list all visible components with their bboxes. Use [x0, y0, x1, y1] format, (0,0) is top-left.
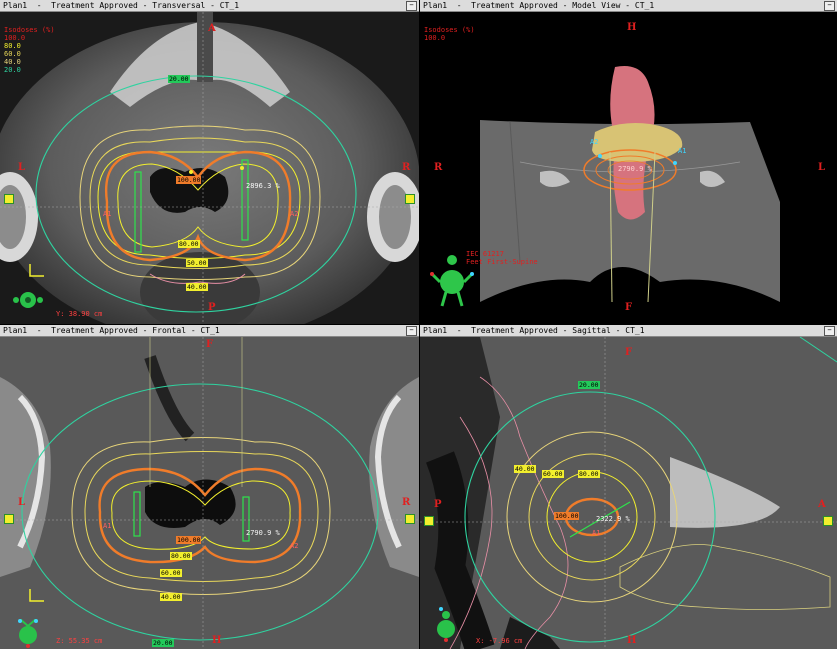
left-slider-handle[interactable] — [424, 516, 434, 526]
right-slider-handle[interactable] — [823, 516, 833, 526]
sagittal-view[interactable]: Plan1 - Treatment Approved - Sagittal - … — [420, 325, 837, 649]
iso-label-20: 20.00 — [168, 75, 190, 83]
orient-right: R — [402, 162, 411, 173]
frontal-view[interactable]: Plan1 - Treatment Approved - Frontal - C… — [0, 325, 419, 649]
iso-label-40: 40.00 — [160, 593, 182, 601]
model-view[interactable]: Plan1 - Treatment Approved - Model View … — [420, 0, 837, 324]
minimize-button[interactable]: − — [406, 326, 417, 336]
iso-label-80: 80.00 — [578, 470, 600, 478]
model-legend-title: Isodoses (%) — [424, 26, 475, 34]
iso-label-100: 100.00 — [176, 536, 202, 544]
iso-label-100: 100.00 — [176, 176, 202, 184]
transversal-ct-image — [0, 12, 419, 324]
orient-posterior: P — [434, 499, 442, 510]
axis-marker-icon — [29, 264, 44, 277]
iso-label-80: 80.00 — [170, 552, 192, 560]
dose-readout: 2790.9 % — [246, 529, 280, 537]
transversal-title: Plan1 - Treatment Approved - Transversal… — [0, 0, 419, 12]
orient-left: L — [18, 162, 26, 173]
iso-label-60: 60.00 — [542, 470, 564, 478]
orient-feet: F — [625, 302, 633, 313]
orient-feet: F — [625, 347, 633, 358]
right-slider-handle[interactable] — [405, 514, 415, 524]
orient-left: L — [818, 162, 826, 173]
iso-label-100: 100.00 — [554, 512, 580, 520]
orient-right: R — [402, 497, 411, 508]
applicator-a2: A2 — [290, 542, 299, 550]
isodose-legend: Isodoses (%) 100.0 80.0 60.0 40.0 20.0 — [4, 26, 55, 74]
frontal-title: Plan1 - Treatment Approved - Frontal - C… — [0, 325, 419, 337]
level-60: 60.0 — [4, 50, 21, 58]
dose-readout: 2790.9 % — [618, 165, 652, 173]
minimize-button[interactable]: − — [406, 1, 417, 11]
transversal-view[interactable]: Plan1 - Treatment Approved - Transversal… — [0, 0, 419, 324]
orient-posterior: P — [208, 302, 216, 313]
iso-label-60: 60.00 — [160, 569, 182, 577]
minimize-button[interactable]: − — [824, 326, 835, 336]
model-title: Plan1 - Treatment Approved - Model View … — [420, 0, 837, 12]
iso-label-80: 80.00 — [178, 240, 200, 248]
sagittal-title: Plan1 - Treatment Approved - Sagittal - … — [420, 325, 837, 337]
iec-standard: IEC 61217 — [466, 250, 504, 258]
iso-label-40: 40.00 — [514, 465, 536, 473]
level-20: 20.0 — [4, 66, 21, 74]
dose-readout: 2896.3 % — [246, 182, 280, 190]
sagittal-ct-image — [420, 337, 837, 649]
level-40: 40.0 — [4, 58, 21, 66]
orient-left: L — [18, 497, 26, 508]
dose-readout: 2322.9 % — [596, 515, 630, 523]
applicator-a2: A2 — [290, 210, 299, 218]
applicator-a2: A2 — [590, 138, 599, 146]
iso-label-20: 20.00 — [578, 381, 600, 389]
iso-label-20: 20.00 — [152, 639, 174, 647]
orient-feet: F — [206, 339, 214, 350]
applicator-a1: A1 — [103, 210, 112, 218]
transversal-canvas[interactable]: Isodoses (%) 100.0 80.0 60.0 40.0 20.0 A… — [0, 12, 419, 324]
minimize-button[interactable]: − — [824, 1, 835, 11]
orient-right: R — [434, 162, 443, 173]
orient-head: H — [627, 22, 637, 33]
orient-head: H — [212, 635, 222, 646]
left-slider-handle[interactable] — [4, 194, 14, 204]
model-isodose-legend: Isodoses (%) 100.0 — [424, 26, 475, 42]
slice-position: X: -7.96 cm — [476, 637, 523, 645]
orient-anterior: A — [208, 23, 216, 34]
patient-orientation-text: IEC 61217 Feet First-Supine — [466, 250, 538, 266]
slice-position: Z: 55.35 cm — [56, 637, 103, 645]
frontal-canvas[interactable]: F H L R 100.00 80.00 60.00 40.00 20.00 2… — [0, 337, 419, 649]
orient-anterior: A — [818, 499, 826, 510]
orient-head: H — [627, 635, 637, 646]
level-80: 80.0 — [4, 42, 21, 50]
axis-marker-icon — [29, 589, 44, 602]
slice-position: Y: 38.90 cm — [56, 310, 103, 318]
applicator-a1: A1 — [592, 529, 601, 537]
orientation-widget-icon[interactable] — [432, 605, 462, 645]
level-100: 100.0 — [4, 34, 26, 42]
applicator-a1: A1 — [678, 147, 687, 155]
orientation-widget-icon[interactable] — [8, 619, 48, 649]
applicator-a1: A1 — [103, 522, 112, 530]
patient-figure-icon[interactable] — [428, 252, 476, 312]
left-slider-handle[interactable] — [4, 514, 14, 524]
model-legend-value: 100.0 — [424, 34, 446, 42]
iso-label-40: 40.00 — [186, 283, 208, 291]
right-slider-handle[interactable] — [405, 194, 415, 204]
sagittal-canvas[interactable]: F H P A 20.00 40.00 60.00 80.00 100.00 2… — [420, 337, 837, 649]
model-canvas[interactable]: Isodoses (%) 100.0 H F R L A2 A1 2790.9 … — [420, 12, 837, 324]
iso-label-50: 50.00 — [186, 259, 208, 267]
frontal-ct-image — [0, 337, 419, 649]
orientation-widget-icon[interactable] — [6, 290, 46, 312]
patient-position: Feet First-Supine — [466, 258, 538, 266]
isodose-legend-title: Isodoses (%) — [4, 26, 55, 34]
